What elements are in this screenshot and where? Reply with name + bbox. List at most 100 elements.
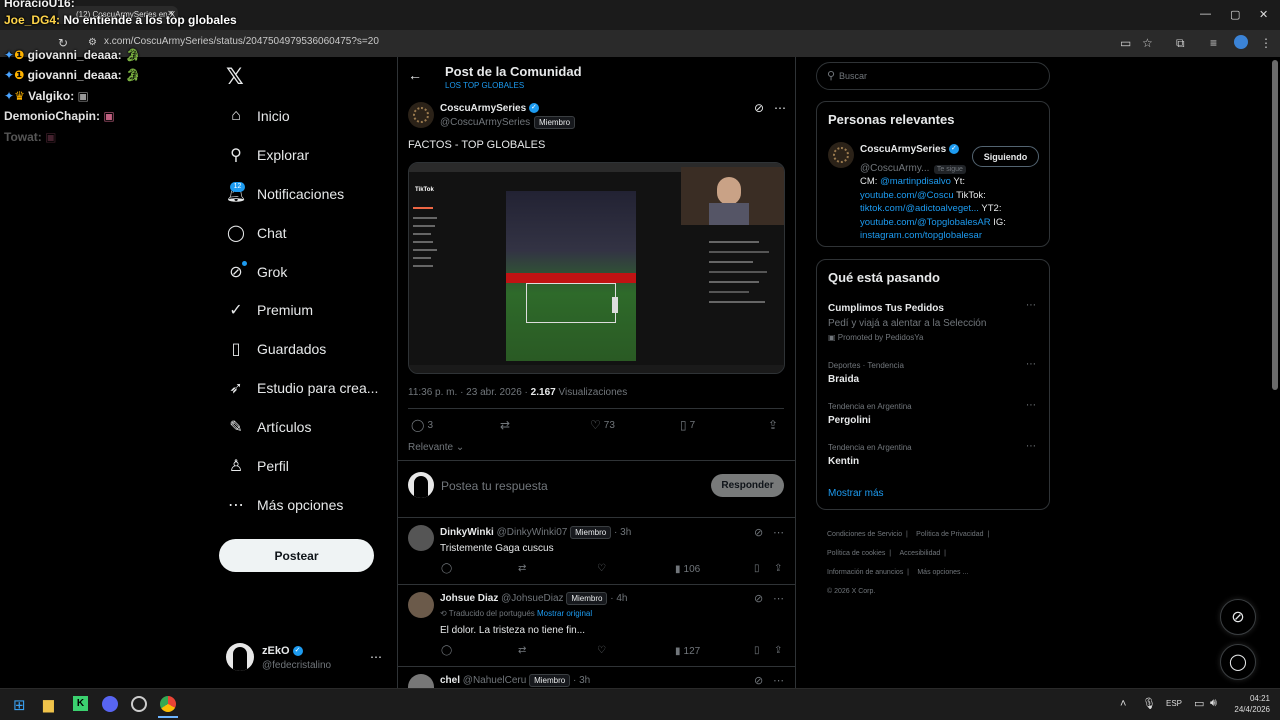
relevant-handle-row: @CoscuArmy... Te sigue xyxy=(860,158,966,176)
bookmark-icon[interactable]: ▯ xyxy=(754,645,760,656)
search-box[interactable]: ⚲ Buscar xyxy=(816,62,1050,90)
reply-submit-button[interactable]: Responder xyxy=(711,474,784,497)
relevant-avatar[interactable] xyxy=(828,142,854,168)
trend-name[interactable]: Braida xyxy=(828,374,859,385)
views-button[interactable]: ▮ 127 xyxy=(675,646,700,657)
trend-more-icon[interactable]: ⋯ xyxy=(1026,441,1036,452)
footer-link[interactable]: Accesibilidad xyxy=(899,550,940,557)
account-avatar[interactable] xyxy=(226,643,254,671)
like-button[interactable]: ♡ 73 xyxy=(590,418,615,432)
bookmark-button[interactable]: ▯ 7 xyxy=(680,418,695,432)
nav-item-chat[interactable]: ◯ Chat xyxy=(226,218,386,248)
nav-item-explorar[interactable]: ⚲ Explorar xyxy=(226,140,386,170)
grok-analyze-icon[interactable]: ⊘ xyxy=(754,592,763,605)
share-icon[interactable]: ⇪ xyxy=(774,645,782,656)
windows-start-icon[interactable]: ⊞ xyxy=(13,696,26,714)
repost-icon[interactable]: ⇄ xyxy=(518,645,526,656)
search-input[interactable]: Buscar xyxy=(839,71,867,81)
trend-more-icon[interactable]: ⋯ xyxy=(1026,400,1036,411)
footer-link[interactable]: Política de Privacidad xyxy=(916,531,983,538)
grok-analyze-icon[interactable]: ⊘ xyxy=(754,674,763,687)
tray-chevron-icon[interactable]: ˄ xyxy=(1120,698,1126,710)
chrome-icon[interactable] xyxy=(160,696,176,712)
microphone-icon[interactable]: 🎙︎ xyxy=(1142,697,1156,710)
kick-icon[interactable]: K xyxy=(73,696,88,711)
following-button[interactable]: Siguiendo xyxy=(972,146,1039,167)
clock[interactable]: 04:21 24/4/2026 xyxy=(1226,693,1270,715)
post-video[interactable]: TikTok xyxy=(408,162,785,374)
minimize-icon[interactable]: — xyxy=(1200,8,1211,20)
footer-link[interactable]: Más opciones ... xyxy=(917,569,968,576)
footer-link[interactable]: Información de anuncios xyxy=(827,569,903,576)
sort-dropdown[interactable]: Relevante ⌄ xyxy=(408,442,464,453)
nav-item-estudio[interactable]: ➶ Estudio para crea... xyxy=(226,373,386,403)
heart-icon[interactable]: ♡ xyxy=(597,563,606,574)
trend-name[interactable]: Kentin xyxy=(828,456,859,467)
community-link[interactable]: LOS TOP GLOBALES xyxy=(445,81,524,90)
footer-link[interactable]: Condiciones de Servicio xyxy=(827,531,902,538)
promo-title[interactable]: Cumplimos Tus Pedidos xyxy=(828,303,944,314)
account-more-icon[interactable]: ⋯ xyxy=(370,650,382,664)
nav-item-articulos[interactable]: ✎ Artículos xyxy=(226,412,386,442)
reply-more-icon[interactable]: ⋯ xyxy=(773,674,784,687)
network-icon[interactable]: ▭ xyxy=(1194,697,1204,710)
trend-name[interactable]: Pergolini xyxy=(828,415,871,426)
nav-item-premium[interactable]: ✓ Premium xyxy=(226,295,386,325)
account-name[interactable]: zEkO ✓ xyxy=(262,645,303,657)
author-name[interactable]: CoscuArmySeries ✓ xyxy=(440,103,539,114)
post-button[interactable]: Postear xyxy=(219,539,374,572)
grok-float-button[interactable]: ⊘ xyxy=(1220,599,1256,635)
share-icon[interactable]: ⇪ xyxy=(774,563,782,574)
discord-icon[interactable] xyxy=(102,696,118,712)
profile-avatar[interactable] xyxy=(1234,35,1248,49)
reading-list-icon[interactable]: ≡ xyxy=(1210,36,1217,50)
nav-item-inicio[interactable]: ⌂ Inicio xyxy=(226,101,386,131)
show-original-link[interactable]: Mostrar original xyxy=(537,609,592,618)
reply-button[interactable]: ◯ 3 xyxy=(411,418,433,432)
page-scrollbar[interactable] xyxy=(1272,60,1278,390)
nav-item-guardados[interactable]: ▯ Guardados xyxy=(226,334,386,364)
reply-avatar[interactable] xyxy=(408,592,434,618)
site-info-icon[interactable]: ⚙ xyxy=(88,37,97,48)
back-arrow-icon[interactable]: ← xyxy=(408,67,422,83)
bookmark-icon[interactable]: ▯ xyxy=(754,563,760,574)
author-avatar[interactable] xyxy=(408,102,434,128)
file-explorer-icon[interactable]: ▆ xyxy=(43,696,54,713)
nav-item-notificaciones[interactable]: 🔔︎ Notificaciones xyxy=(226,179,386,209)
url-field[interactable]: x.com/CoscuArmySeries/status/20475049795… xyxy=(104,36,379,47)
x-logo-icon[interactable]: 𝕏 xyxy=(226,64,244,90)
share-icon[interactable]: ⇪ xyxy=(768,418,778,432)
author-handle[interactable]: @CoscuArmySeries xyxy=(440,117,530,128)
star-icon[interactable]: ☆ xyxy=(1142,36,1153,50)
trend-more-icon[interactable]: ⋯ xyxy=(1026,359,1036,370)
language-indicator[interactable]: ESP xyxy=(1166,699,1182,708)
browser-menu-icon[interactable]: ⋮ xyxy=(1260,36,1272,50)
reply-icon[interactable]: ◯ xyxy=(441,645,452,656)
nav-item-perfil[interactable]: ♙ Perfil xyxy=(226,451,386,481)
show-more-link[interactable]: Mostrar más xyxy=(828,488,884,499)
grok-analyze-icon[interactable]: ⊘ xyxy=(754,101,764,115)
footer-link[interactable]: Política de cookies xyxy=(827,550,885,557)
grok-analyze-icon[interactable]: ⊘ xyxy=(754,526,763,539)
extensions-icon[interactable]: ⧉ xyxy=(1176,36,1185,51)
post-more-icon[interactable]: ⋯ xyxy=(774,101,786,115)
nav-item-grok[interactable]: ⊘ Grok xyxy=(226,257,386,287)
reply-more-icon[interactable]: ⋯ xyxy=(773,526,784,539)
messages-float-button[interactable]: ◯ xyxy=(1220,644,1256,680)
obs-icon[interactable] xyxy=(131,696,147,712)
cast-icon[interactable]: ▭ xyxy=(1120,36,1131,50)
repost-icon[interactable]: ⇄ xyxy=(518,563,526,574)
reply-more-icon[interactable]: ⋯ xyxy=(773,592,784,605)
maximize-icon[interactable]: ▢ xyxy=(1230,8,1240,21)
reply-input[interactable]: Postea tu respuesta xyxy=(441,479,548,493)
close-window-icon[interactable]: ✕ xyxy=(1259,8,1268,21)
nav-item-mas-opciones[interactable]: ⋯ Más opciones xyxy=(226,490,386,520)
trend-more-icon[interactable]: ⋯ xyxy=(1026,300,1036,311)
heart-icon[interactable]: ♡ xyxy=(597,645,606,656)
relevant-name[interactable]: CoscuArmySeries ✓ xyxy=(860,144,959,155)
volume-icon[interactable]: 🔊︎ xyxy=(1210,697,1217,710)
repost-button[interactable]: ⇄ xyxy=(500,418,510,432)
reply-icon[interactable]: ◯ xyxy=(441,563,452,574)
views-button[interactable]: ▮ 106 xyxy=(675,564,700,575)
reply-avatar[interactable] xyxy=(408,525,434,551)
